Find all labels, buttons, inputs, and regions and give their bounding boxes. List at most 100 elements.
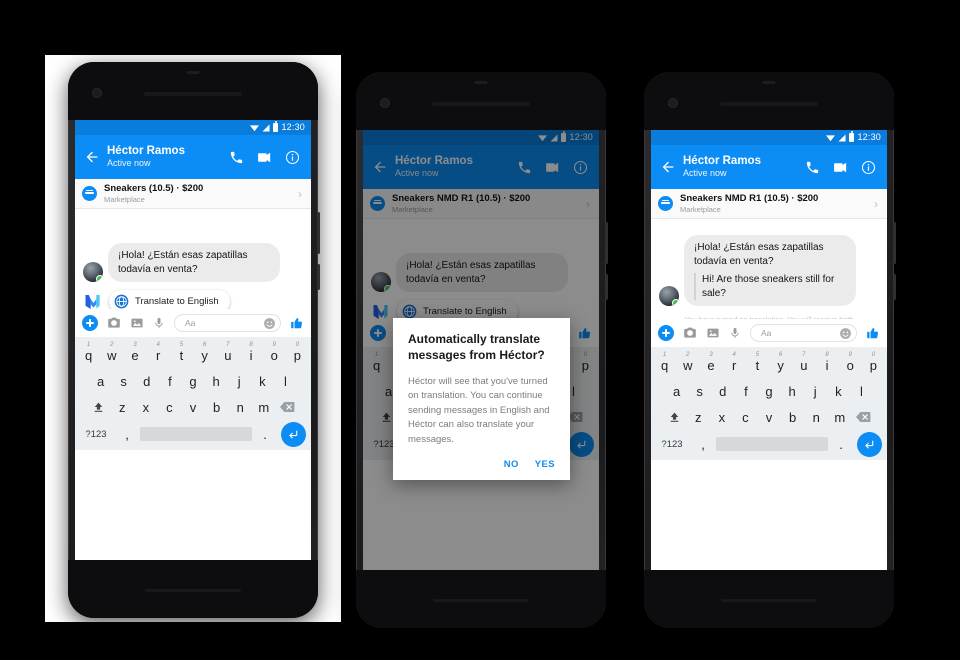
key-z[interactable]: z xyxy=(686,404,710,430)
key-s[interactable]: s xyxy=(688,378,711,404)
key-d[interactable]: d xyxy=(711,378,734,404)
key-y[interactable]: 6y xyxy=(769,352,792,378)
key-i[interactable]: 8i xyxy=(815,352,838,378)
key-u[interactable]: 7u xyxy=(216,342,239,368)
key-z[interactable]: z xyxy=(110,394,134,420)
backspace-key-icon[interactable] xyxy=(852,404,876,430)
avatar[interactable] xyxy=(83,262,103,282)
marketplace-item-row[interactable]: Sneakers (10.5) · $200 Marketplace › xyxy=(75,179,311,209)
space-key[interactable] xyxy=(716,431,828,457)
key-x[interactable]: x xyxy=(134,394,158,420)
microphone-icon[interactable] xyxy=(153,316,165,330)
emoji-smiley-icon[interactable] xyxy=(839,327,852,340)
call-icon[interactable] xyxy=(229,150,244,165)
key-f[interactable]: f xyxy=(734,378,757,404)
camera-icon[interactable] xyxy=(107,316,121,330)
shift-key-icon[interactable] xyxy=(87,394,111,420)
key-h[interactable]: h xyxy=(781,378,804,404)
chevron-right-icon[interactable]: › xyxy=(298,188,304,200)
avatar[interactable] xyxy=(659,286,679,306)
key-a[interactable]: a xyxy=(89,368,112,394)
key-d[interactable]: d xyxy=(135,368,158,394)
back-arrow-icon[interactable] xyxy=(84,149,100,165)
thumbs-up-icon[interactable] xyxy=(290,316,304,330)
key-x[interactable]: x xyxy=(710,404,734,430)
space-key[interactable] xyxy=(140,421,252,447)
shift-key-icon[interactable] xyxy=(663,404,687,430)
key-q[interactable]: 1q xyxy=(653,352,676,378)
message-input-field[interactable]: Aa xyxy=(750,324,857,342)
video-icon[interactable] xyxy=(832,159,849,176)
key-y[interactable]: 6y xyxy=(193,342,216,368)
key-o[interactable]: 9o xyxy=(839,352,862,378)
gallery-icon[interactable] xyxy=(130,316,144,330)
key-s[interactable]: s xyxy=(112,368,135,394)
key-k[interactable]: k xyxy=(251,368,274,394)
volume-button[interactable] xyxy=(605,274,608,300)
message-bubble-incoming[interactable]: ¡Hola! ¿Están esas zapatillas todavía en… xyxy=(108,243,280,282)
thumbs-up-icon[interactable] xyxy=(866,326,880,340)
key-a[interactable]: a xyxy=(665,378,688,404)
period-key[interactable]: . xyxy=(252,421,278,447)
camera-icon[interactable] xyxy=(683,326,697,340)
key-m[interactable]: m xyxy=(828,404,852,430)
key-e[interactable]: 3e xyxy=(123,342,146,368)
volume-button[interactable] xyxy=(317,264,320,290)
key-g[interactable]: g xyxy=(757,378,780,404)
key-j[interactable]: j xyxy=(804,378,827,404)
key-k[interactable]: k xyxy=(827,378,850,404)
key-n[interactable]: n xyxy=(228,394,252,420)
info-icon[interactable] xyxy=(285,150,300,165)
key-r[interactable]: 4r xyxy=(723,352,746,378)
message-input-field[interactable]: Aa xyxy=(174,314,281,332)
symbols-key[interactable]: ?123 xyxy=(78,421,114,447)
marketplace-item-row[interactable]: Sneakers NMD R1 (10.5) · $200 Marketplac… xyxy=(651,189,887,219)
key-w[interactable]: 2w xyxy=(100,342,123,368)
comma-key[interactable]: , xyxy=(114,421,140,447)
key-v[interactable]: v xyxy=(757,404,781,430)
key-o[interactable]: 9o xyxy=(263,342,286,368)
enter-key[interactable] xyxy=(854,431,884,457)
key-c[interactable]: c xyxy=(158,394,182,420)
key-h[interactable]: h xyxy=(205,368,228,394)
power-button[interactable] xyxy=(605,222,608,264)
key-p[interactable]: 0p xyxy=(862,352,885,378)
key-r[interactable]: 4r xyxy=(147,342,170,368)
key-l[interactable]: l xyxy=(274,368,297,394)
chevron-right-icon[interactable]: › xyxy=(874,198,880,210)
plus-circle-icon[interactable] xyxy=(82,315,98,331)
key-c[interactable]: c xyxy=(734,404,758,430)
key-p[interactable]: 0p xyxy=(286,342,309,368)
key-w[interactable]: 2w xyxy=(676,352,699,378)
period-key[interactable]: . xyxy=(828,431,854,457)
volume-button[interactable] xyxy=(893,274,896,300)
power-button[interactable] xyxy=(317,212,320,254)
key-q[interactable]: 1q xyxy=(77,342,100,368)
plus-circle-icon[interactable] xyxy=(658,325,674,341)
microphone-icon[interactable] xyxy=(729,326,741,340)
contact-header[interactable]: Héctor Ramos Active now xyxy=(676,155,805,180)
dialog-no-button[interactable]: NO xyxy=(504,459,519,470)
key-t[interactable]: 5t xyxy=(746,352,769,378)
key-i[interactable]: 8i xyxy=(239,342,262,368)
comma-key[interactable]: , xyxy=(690,431,716,457)
key-t[interactable]: 5t xyxy=(170,342,193,368)
video-icon[interactable] xyxy=(256,149,273,166)
key-u[interactable]: 7u xyxy=(792,352,815,378)
gallery-icon[interactable] xyxy=(706,326,720,340)
backspace-key-icon[interactable] xyxy=(276,394,300,420)
key-v[interactable]: v xyxy=(181,394,205,420)
call-icon[interactable] xyxy=(805,160,820,175)
key-g[interactable]: g xyxy=(181,368,204,394)
enter-key[interactable] xyxy=(278,421,308,447)
on-screen-keyboard[interactable]: 1q 2w 3e 4r 5t 6y 7u 8i 9o 0p a s d f g xyxy=(75,337,311,450)
key-n[interactable]: n xyxy=(804,404,828,430)
on-screen-keyboard[interactable]: 1q 2w 3e 4r 5t 6y 7u 8i 9o 0p a s d f g xyxy=(651,347,887,460)
power-button[interactable] xyxy=(893,222,896,264)
key-b[interactable]: b xyxy=(781,404,805,430)
back-arrow-icon[interactable] xyxy=(660,159,676,175)
info-icon[interactable] xyxy=(861,160,876,175)
key-e[interactable]: 3e xyxy=(699,352,722,378)
key-b[interactable]: b xyxy=(205,394,229,420)
dialog-yes-button[interactable]: YES xyxy=(535,459,555,470)
